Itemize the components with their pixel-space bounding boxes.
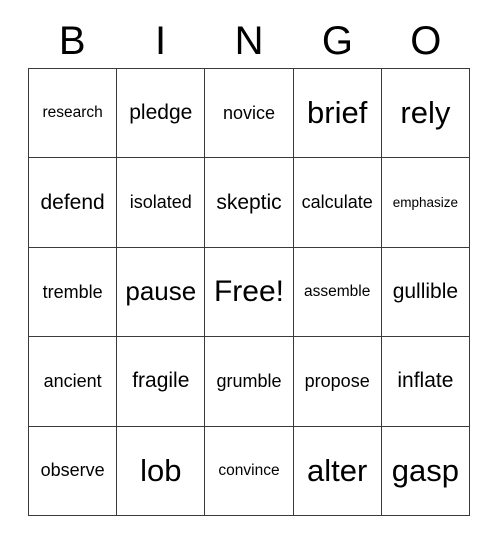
bingo-cell[interactable]: lob — [117, 426, 206, 516]
bingo-cell[interactable]: novice — [205, 69, 294, 159]
bingo-cell-label: inflate — [397, 369, 454, 393]
bingo-cell-label: propose — [304, 370, 370, 391]
bingo-cell[interactable]: convince — [205, 426, 294, 516]
bingo-cell-label: observe — [40, 460, 105, 481]
bingo-cell-label: brief — [307, 94, 368, 130]
bingo-cell[interactable]: assemble — [293, 247, 382, 338]
bingo-cell[interactable]: inflate — [381, 337, 470, 427]
bingo-cell[interactable]: isolated — [117, 158, 206, 248]
bingo-cell[interactable]: brief — [293, 69, 382, 159]
bingo-cell-label: defend — [40, 190, 105, 214]
bingo-cell-label: emphasize — [392, 194, 459, 210]
bingo-free-space-label: Free! — [213, 275, 284, 309]
bingo-cell[interactable]: grumble — [205, 337, 294, 427]
bingo-cell[interactable]: research — [29, 69, 118, 159]
bingo-cell-label: assemble — [304, 282, 371, 300]
bingo-cell[interactable]: calculate — [293, 158, 382, 248]
header-letter-g: G — [321, 19, 353, 63]
bingo-cell-label: gasp — [391, 452, 459, 488]
bingo-cell[interactable]: skeptic — [205, 158, 294, 248]
bingo-cell-label: tremble — [42, 281, 103, 302]
bingo-free-space[interactable]: Free! — [205, 247, 294, 338]
bingo-cell-label: lob — [140, 452, 182, 488]
bingo-cell-label: pledge — [129, 101, 193, 125]
bingo-cell-label: calculate — [301, 192, 373, 213]
bingo-cell[interactable]: tremble — [29, 247, 118, 338]
bingo-cell[interactable]: pledge — [117, 69, 206, 159]
bingo-cell-label: pause — [125, 276, 197, 307]
bingo-cell-label: rely — [400, 94, 451, 130]
bingo-cell-label: ancient — [43, 370, 102, 391]
bingo-cell[interactable]: emphasize — [381, 158, 470, 248]
bingo-cell[interactable]: pause — [117, 247, 206, 338]
bingo-cell[interactable]: gasp — [381, 426, 470, 516]
bingo-cell-label: gullible — [392, 279, 459, 303]
bingo-cell[interactable]: defend — [29, 158, 118, 248]
bingo-cell-label: isolated — [129, 192, 192, 213]
bingo-cell[interactable]: alter — [293, 426, 382, 516]
bingo-cell-label: skeptic — [216, 190, 282, 214]
bingo-cell[interactable]: fragile — [117, 337, 206, 427]
bingo-cell[interactable]: gullible — [381, 247, 470, 338]
bingo-cell-label: grumble — [216, 370, 282, 391]
header-letter-o: O — [410, 19, 442, 63]
bingo-cell-label: research — [42, 104, 103, 122]
bingo-cell[interactable]: propose — [293, 337, 382, 427]
bingo-card: B I N G O research pledge novice brief r… — [0, 0, 500, 544]
bingo-cell[interactable]: ancient — [29, 337, 118, 427]
header-letter-i: I — [155, 19, 167, 63]
bingo-cell-label: fragile — [132, 369, 190, 393]
bingo-cell-label: alter — [307, 452, 368, 488]
header-letter-b: B — [58, 19, 86, 63]
bingo-header: B I N G O — [28, 14, 470, 68]
bingo-cell[interactable]: observe — [29, 426, 118, 516]
bingo-cell-label: convince — [218, 461, 280, 479]
bingo-cell-label: novice — [222, 102, 275, 123]
bingo-cell[interactable]: rely — [381, 69, 470, 159]
bingo-grid: research pledge novice brief rely defend… — [28, 68, 470, 516]
header-letter-n: N — [234, 19, 264, 63]
